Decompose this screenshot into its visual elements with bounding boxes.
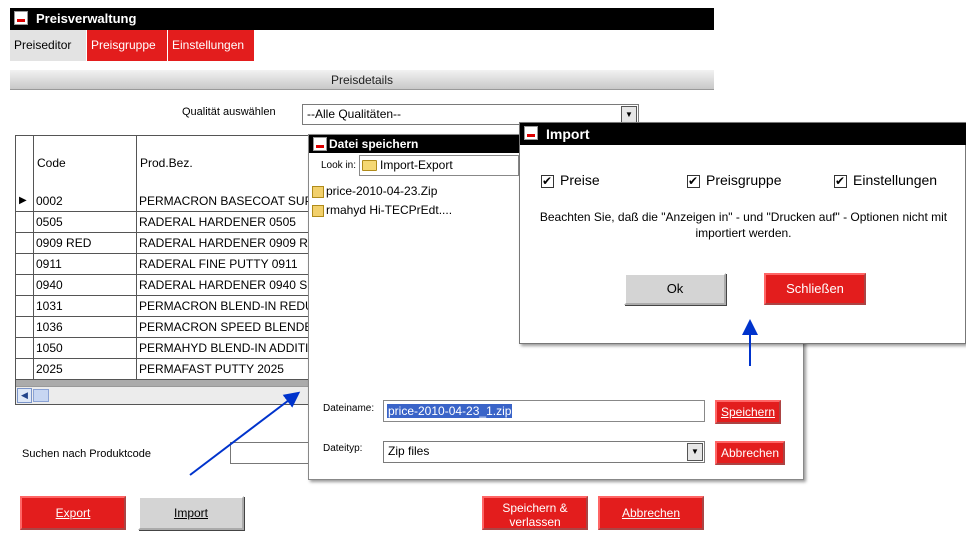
arrow-to-save-dialog-icon — [189, 391, 301, 476]
annotation-arrows — [189, 319, 758, 476]
